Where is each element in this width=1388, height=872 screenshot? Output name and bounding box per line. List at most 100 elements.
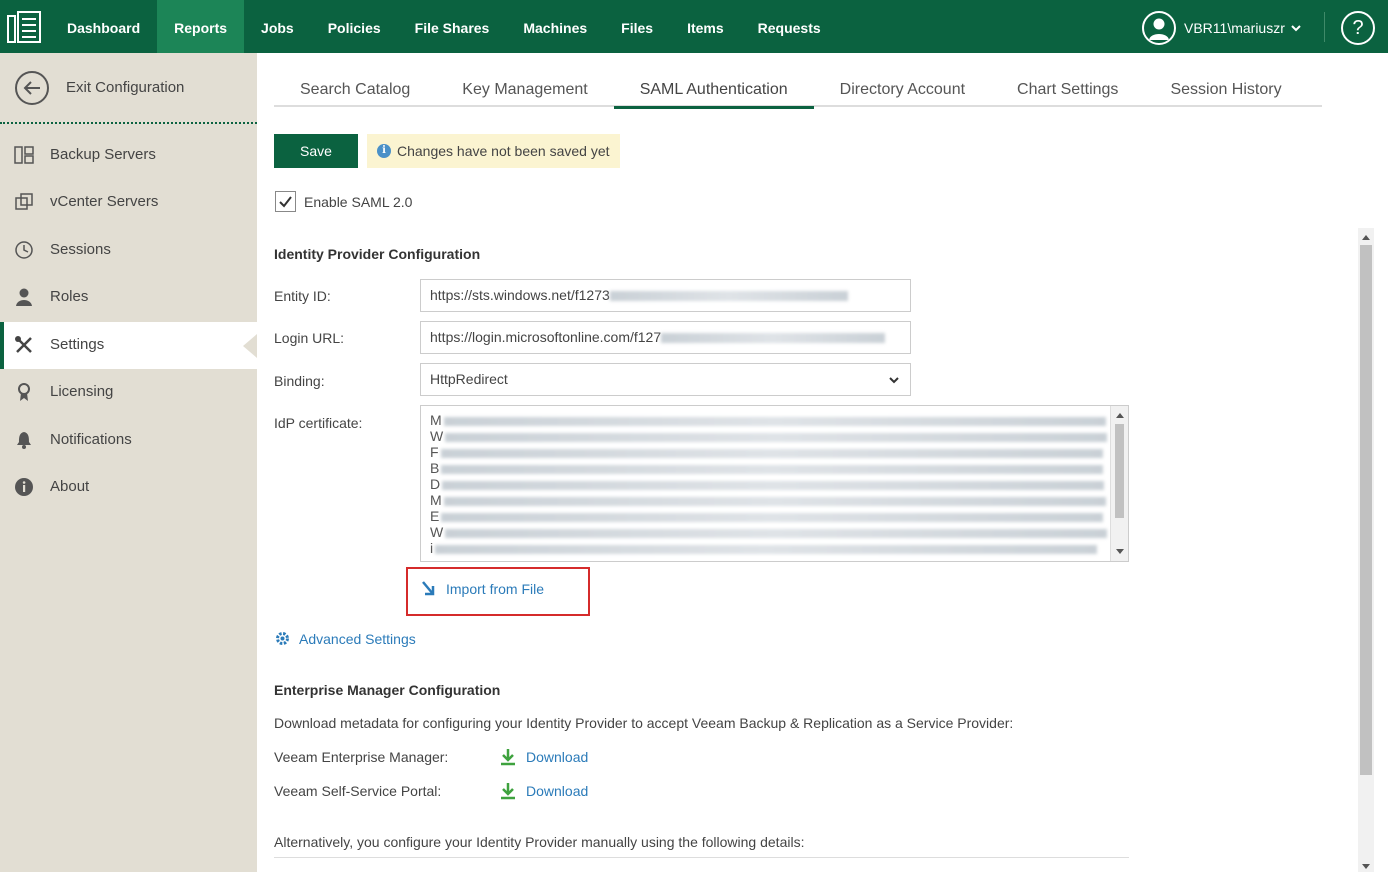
- em-download-link[interactable]: Download: [500, 748, 588, 766]
- ssp-download-label: Veeam Self-Service Portal:: [274, 783, 442, 799]
- cert-line: D: [430, 476, 1105, 492]
- page-scrollbar[interactable]: [1358, 228, 1374, 872]
- entity-id-label: Entity ID:: [274, 288, 331, 304]
- help-button[interactable]: ?: [1341, 11, 1375, 45]
- user-menu[interactable]: VBR11\mariuszr: [1142, 11, 1301, 45]
- info-icon: [15, 478, 33, 496]
- tab-key-management[interactable]: Key Management: [436, 76, 613, 107]
- back-arrow-icon: [15, 71, 49, 105]
- cert-line: B: [430, 460, 1104, 476]
- login-url-value: https://login.microsoftonline.com/f127: [430, 329, 662, 345]
- section-divider: [274, 857, 1129, 858]
- sidebar-item-label: Notifications: [50, 431, 132, 448]
- sidebar-item-notifications[interactable]: Notifications: [0, 417, 257, 464]
- active-indicator: [243, 334, 257, 358]
- nav-machines[interactable]: Machines: [506, 0, 604, 53]
- idp-certificate-label: IdP certificate:: [274, 415, 363, 431]
- enable-saml-label: Enable SAML 2.0: [304, 194, 413, 210]
- clock-icon: [15, 241, 33, 259]
- import-arrow-icon: [422, 581, 435, 596]
- download-icon: [501, 749, 515, 766]
- download-label: Download: [526, 749, 589, 765]
- scroll-up-icon[interactable]: [1362, 235, 1370, 240]
- binding-select[interactable]: HttpRedirect: [420, 363, 911, 396]
- chevron-down-icon: [1291, 25, 1301, 32]
- user-icon: [16, 288, 32, 306]
- unsaved-changes-notice: i Changes have not been saved yet: [367, 134, 620, 168]
- bell-icon: [17, 432, 31, 449]
- em-download-label: Veeam Enterprise Manager:: [274, 749, 449, 765]
- nav-files[interactable]: Files: [604, 0, 670, 53]
- enable-saml-checkbox[interactable]: [275, 191, 296, 212]
- sidebar-item-backup-servers[interactable]: Backup Servers: [0, 132, 257, 179]
- nav-reports[interactable]: Reports: [157, 0, 245, 53]
- cert-line: W: [430, 524, 1108, 540]
- veeam-logo-icon[interactable]: [6, 10, 42, 44]
- sidebar: Exit Configuration Backup Servers vCente…: [0, 53, 257, 872]
- nav-policies[interactable]: Policies: [311, 0, 398, 53]
- sidebar-item-label: vCenter Servers: [50, 193, 159, 210]
- certificate-scrollbar[interactable]: [1110, 406, 1128, 561]
- nav-items[interactable]: Items: [670, 0, 741, 53]
- em-description: Download metadata for configuring your I…: [274, 715, 1014, 731]
- tab-directory-account[interactable]: Directory Account: [814, 76, 991, 107]
- sidebar-item-licensing[interactable]: Licensing: [0, 369, 257, 416]
- import-from-file-link[interactable]: Import from File: [420, 580, 544, 598]
- idp-section-title: Identity Provider Configuration: [274, 246, 481, 262]
- tab-chart-settings[interactable]: Chart Settings: [991, 76, 1144, 107]
- vcenter-servers-icon: [15, 193, 33, 210]
- sidebar-item-sessions[interactable]: Sessions: [0, 227, 257, 274]
- cert-line: M: [430, 492, 1106, 508]
- advanced-settings-link[interactable]: Advanced Settings: [274, 630, 416, 647]
- advanced-settings-label: Advanced Settings: [299, 630, 416, 647]
- user-name: VBR11\mariuszr: [1184, 20, 1285, 36]
- sidebar-divider: [0, 122, 257, 124]
- ssp-download-link[interactable]: Download: [500, 782, 588, 800]
- page-scroll-thumb[interactable]: [1360, 245, 1372, 775]
- tools-icon: [15, 336, 32, 353]
- nav-file-shares[interactable]: File Shares: [398, 0, 507, 53]
- redacted-text: [661, 333, 886, 344]
- tab-session-history[interactable]: Session History: [1144, 76, 1307, 107]
- sidebar-item-about[interactable]: About: [0, 464, 257, 511]
- settings-tabs: Search Catalog Key Management SAML Authe…: [274, 76, 1322, 109]
- notice-text: Changes have not been saved yet: [397, 143, 610, 159]
- cert-line: W: [430, 428, 1108, 444]
- nav-requests[interactable]: Requests: [741, 0, 838, 53]
- cert-line: M: [430, 412, 1106, 428]
- scroll-down-icon[interactable]: [1362, 864, 1370, 869]
- sidebar-item-label: Licensing: [50, 383, 114, 400]
- login-url-label: Login URL:: [274, 330, 345, 346]
- sidebar-item-vcenter-servers[interactable]: vCenter Servers: [0, 179, 257, 226]
- sidebar-item-label: Backup Servers: [50, 146, 156, 163]
- alternative-text: Alternatively, you configure your Identi…: [274, 834, 805, 850]
- login-url-field[interactable]: https://login.microsoftonline.com/f127: [420, 321, 911, 354]
- gear-icon: [276, 632, 289, 645]
- backup-servers-icon: [14, 146, 34, 164]
- scroll-up-icon[interactable]: [1116, 413, 1124, 418]
- sidebar-item-label: Roles: [50, 288, 89, 305]
- entity-id-field[interactable]: https://sts.windows.net/f1273: [420, 279, 911, 312]
- scroll-thumb[interactable]: [1115, 424, 1124, 518]
- nav-dashboard[interactable]: Dashboard: [50, 0, 157, 53]
- nav-jobs[interactable]: Jobs: [244, 0, 311, 53]
- exit-configuration-button[interactable]: Exit Configuration: [0, 53, 257, 123]
- nav-divider: [1324, 12, 1325, 42]
- download-icon: [501, 783, 515, 800]
- em-section-title: Enterprise Manager Configuration: [274, 682, 501, 698]
- save-button[interactable]: Save: [274, 134, 358, 168]
- cert-line: E: [430, 508, 1104, 524]
- binding-label: Binding:: [274, 373, 325, 389]
- user-avatar-icon: [1142, 11, 1176, 45]
- scroll-down-icon[interactable]: [1116, 549, 1124, 554]
- exit-configuration-label: Exit Configuration: [66, 79, 185, 96]
- sidebar-item-label: Sessions: [50, 241, 111, 258]
- entity-id-value: https://sts.windows.net/f1273: [430, 287, 610, 303]
- tab-search-catalog[interactable]: Search Catalog: [274, 76, 436, 107]
- sidebar-item-roles[interactable]: Roles: [0, 274, 257, 321]
- idp-certificate-textarea[interactable]: M W F B D M E W i: [420, 405, 1129, 562]
- tab-saml-authentication[interactable]: SAML Authentication: [613, 76, 814, 109]
- main-nav: Dashboard Reports Jobs Policies File Sha…: [50, 0, 838, 53]
- sidebar-item-settings[interactable]: Settings: [0, 322, 257, 369]
- checkmark-icon: [279, 196, 292, 208]
